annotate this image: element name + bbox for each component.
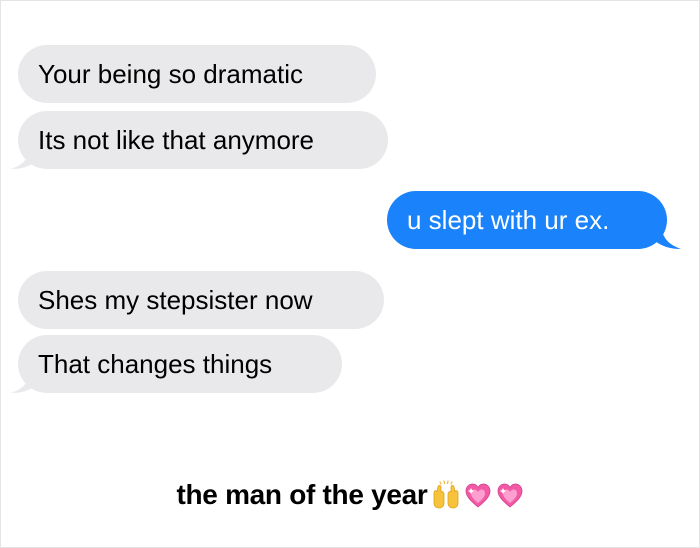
emoji-row bbox=[430, 479, 526, 511]
caption-text: the man of the year bbox=[176, 479, 428, 510]
screenshot-frame: Your being so dramatic Its not like that… bbox=[0, 0, 700, 548]
message-bubble-received: Its not like that anymore bbox=[18, 111, 388, 169]
message-text: Your being so dramatic bbox=[38, 59, 303, 89]
message-bubble-sent: u slept with ur ex. bbox=[387, 191, 667, 249]
message-bubble-received: Shes my stepsister now bbox=[18, 271, 384, 329]
bubble-tail bbox=[655, 227, 681, 249]
message-text: Its not like that anymore bbox=[38, 125, 315, 155]
bubble-tail bbox=[11, 147, 37, 169]
message-text: That changes things bbox=[38, 349, 273, 379]
caption: the man of the year bbox=[1, 471, 700, 519]
message-bubble-received: Your being so dramatic bbox=[18, 45, 376, 103]
raising-hands-icon bbox=[433, 480, 458, 509]
sparkling-heart-icon bbox=[497, 483, 522, 508]
message-text: u slept with ur ex. bbox=[407, 205, 610, 235]
message-text: Shes my stepsister now bbox=[38, 285, 313, 315]
bubble-tail bbox=[11, 371, 37, 393]
sparkling-heart-icon bbox=[465, 483, 490, 508]
message-bubble-received: That changes things bbox=[18, 335, 342, 393]
